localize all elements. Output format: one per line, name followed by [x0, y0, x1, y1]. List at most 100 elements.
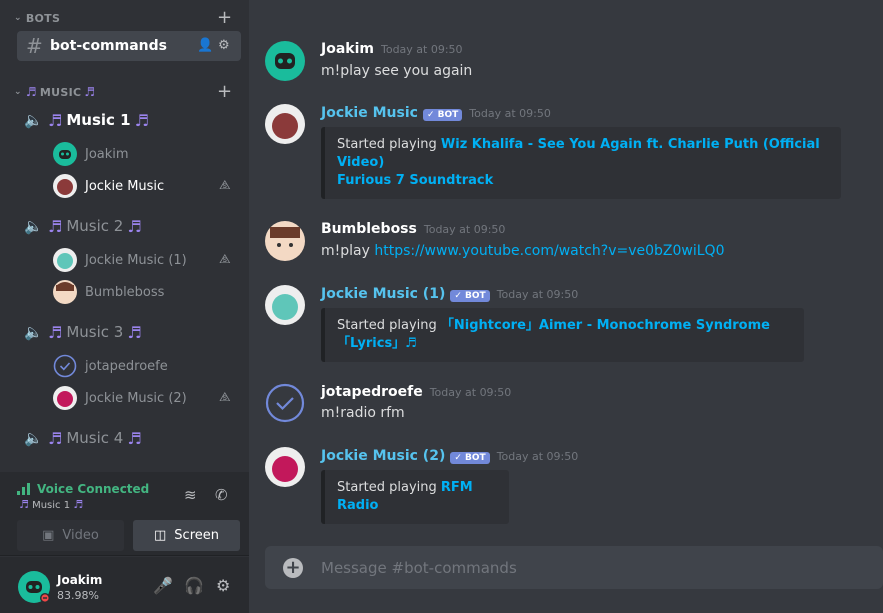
music-note-icon: ♬	[84, 85, 96, 99]
category-music[interactable]: ⌄ ♬ MUSIC ♬	[14, 85, 95, 99]
avatar[interactable]	[265, 285, 305, 325]
message-composer[interactable]: + Message #bot-commands	[265, 546, 883, 589]
screen-share-icon: ◫	[154, 528, 167, 543]
avatar[interactable]	[265, 104, 305, 144]
message-author[interactable]: Jockie Music (1)	[321, 286, 445, 302]
message-header: Jockie Music (1) ✓ BOT Today at 09:50	[321, 286, 578, 302]
voice-connection-panel: Voice Connected ♬ Music 1 ♬ ≋ ✆ ▣ Video …	[0, 472, 249, 556]
bot-badge: ✓ BOT	[450, 290, 490, 302]
embed-prefix: Started playing	[337, 318, 441, 333]
avatar	[53, 280, 77, 304]
message-timestamp: Today at 09:50	[496, 450, 579, 463]
channel-sidebar: ⌄ BOTS + # bot-commands 👤 ⚙ ⌄ ♬ MUSIC ♬ …	[0, 0, 249, 613]
plus-icon[interactable]: +	[217, 9, 232, 27]
chevron-down-icon: ⌄	[14, 87, 22, 97]
voice-user-jotapedroefe[interactable]: jotapedroefe	[53, 354, 168, 378]
voice-user-name: Bumbleboss	[85, 284, 165, 300]
message-timestamp: Today at 09:50	[469, 107, 551, 120]
music-note-icon: ♬	[19, 498, 29, 511]
voice-channel-music-1[interactable]: 🔈 ♬ Music 1 ♬	[24, 108, 149, 132]
embed-title-link[interactable]: Furious 7 Soundtrack	[337, 173, 493, 188]
message-timestamp: Today at 09:50	[496, 288, 579, 301]
music-note-icon: ♬	[48, 110, 63, 130]
voice-user-name: Jockie Music	[85, 178, 165, 194]
category-label: BOTS	[25, 11, 61, 25]
music-note-icon: ♬	[127, 216, 142, 236]
message-embed: Started playing Wiz Khalifa - See You Ag…	[321, 127, 841, 199]
voice-status-channel: ♬ Music 1 ♬	[19, 498, 83, 511]
user-status: 83.98%	[57, 589, 99, 602]
deafened-icon: ⧌	[219, 178, 231, 193]
voice-channel-label: Music 2	[66, 217, 124, 235]
headphones-icon[interactable]: 🎧	[184, 576, 204, 595]
music-note-icon: ♬	[48, 428, 63, 448]
avatar[interactable]	[265, 447, 305, 487]
music-note-icon: ♬	[48, 216, 63, 236]
screen-share-button[interactable]: ◫ Screen	[133, 520, 240, 551]
deafened-icon: ⧌	[219, 390, 231, 405]
message-header: Bumbleboss Today at 09:50	[321, 221, 505, 237]
voice-user-jockie-music[interactable]: Jockie Music	[53, 174, 164, 198]
voice-user-jockie-music-2[interactable]: Jockie Music (2)	[53, 386, 187, 410]
voice-user-jockie-music-1[interactable]: Jockie Music (1)	[53, 248, 187, 272]
category-label: MUSIC	[39, 85, 82, 99]
gear-icon[interactable]: ⚙	[216, 576, 230, 595]
embed-prefix: Started playing	[337, 480, 441, 495]
message-link[interactable]: https://www.youtube.com/watch?v=ve0bZ0wi…	[374, 243, 724, 259]
message-header: jotapedroefe Today at 09:50	[321, 384, 511, 400]
voice-user-bumbleboss[interactable]: Bumbleboss	[53, 280, 164, 304]
voice-channel-music-3[interactable]: 🔈 ♬ Music 3 ♬	[24, 320, 142, 344]
upload-plus-icon[interactable]: +	[283, 557, 303, 578]
voice-channel-music-2[interactable]: 🔈 ♬ Music 2 ♬	[24, 214, 142, 238]
message-timestamp: Today at 09:50	[380, 43, 463, 56]
username: Joakim	[57, 573, 103, 587]
avatar[interactable]	[18, 571, 50, 603]
disconnect-icon[interactable]: ✆	[215, 486, 228, 504]
invite-icon[interactable]: 👤	[197, 38, 213, 53]
voice-user-name: Jockie Music (1)	[85, 252, 187, 268]
music-note-icon: ♬	[134, 110, 149, 130]
speaker-icon: 🔈	[24, 429, 43, 447]
category-bots[interactable]: ⌄ BOTS	[14, 11, 60, 25]
voice-channel-name: Music 1	[32, 500, 71, 511]
speaker-icon: 🔈	[24, 217, 43, 235]
channel-bot-commands[interactable]: # bot-commands 👤 ⚙	[17, 31, 241, 61]
message-input-placeholder[interactable]: Message #bot-commands	[321, 559, 517, 577]
voice-user-name: jotapedroefe	[85, 358, 168, 374]
deafened-icon: ⧌	[219, 252, 231, 267]
voice-channel-music-4[interactable]: 🔈 ♬ Music 4 ♬	[24, 426, 142, 450]
avatar	[53, 248, 77, 272]
embed-prefix: Started playing	[337, 137, 441, 152]
voice-user-name: Joakim	[85, 146, 129, 162]
message-text: m!play https://www.youtube.com/watch?v=v…	[321, 243, 725, 259]
avatar	[53, 174, 77, 198]
noise-icon[interactable]: ≋	[184, 486, 197, 504]
check-circle-icon	[53, 354, 77, 378]
message-author[interactable]: Bumbleboss	[321, 221, 417, 237]
plus-icon[interactable]: +	[217, 83, 232, 101]
video-button[interactable]: ▣ Video	[17, 520, 124, 551]
avatar	[53, 386, 77, 410]
voice-user-joakim[interactable]: Joakim	[53, 142, 129, 166]
voice-status[interactable]: Voice Connected	[17, 482, 149, 496]
voice-channel-label: Music 3	[66, 323, 124, 341]
music-note-icon: ♬	[25, 85, 37, 99]
channel-label: bot-commands	[50, 38, 168, 54]
music-note-icon: ♬	[127, 322, 142, 342]
message-text: m!play see you again	[321, 63, 473, 79]
chat-area: Joakim Today at 09:50 m!play see you aga…	[249, 0, 883, 613]
message-author[interactable]: Joakim	[321, 41, 374, 57]
avatar[interactable]	[265, 41, 305, 81]
message-author[interactable]: Jockie Music	[321, 105, 418, 121]
microphone-icon[interactable]: 🎤	[153, 576, 173, 595]
signal-icon	[17, 483, 30, 495]
message-author[interactable]: jotapedroefe	[321, 384, 423, 400]
gear-icon[interactable]: ⚙	[218, 38, 230, 53]
message-author[interactable]: Jockie Music (2)	[321, 448, 445, 464]
avatar[interactable]	[265, 221, 305, 261]
check-circle-icon[interactable]	[265, 383, 305, 423]
music-note-icon: ♬	[48, 322, 63, 342]
screen-label: Screen	[174, 528, 219, 543]
chevron-down-icon: ⌄	[14, 13, 22, 23]
music-note-icon: ♬	[73, 498, 84, 511]
